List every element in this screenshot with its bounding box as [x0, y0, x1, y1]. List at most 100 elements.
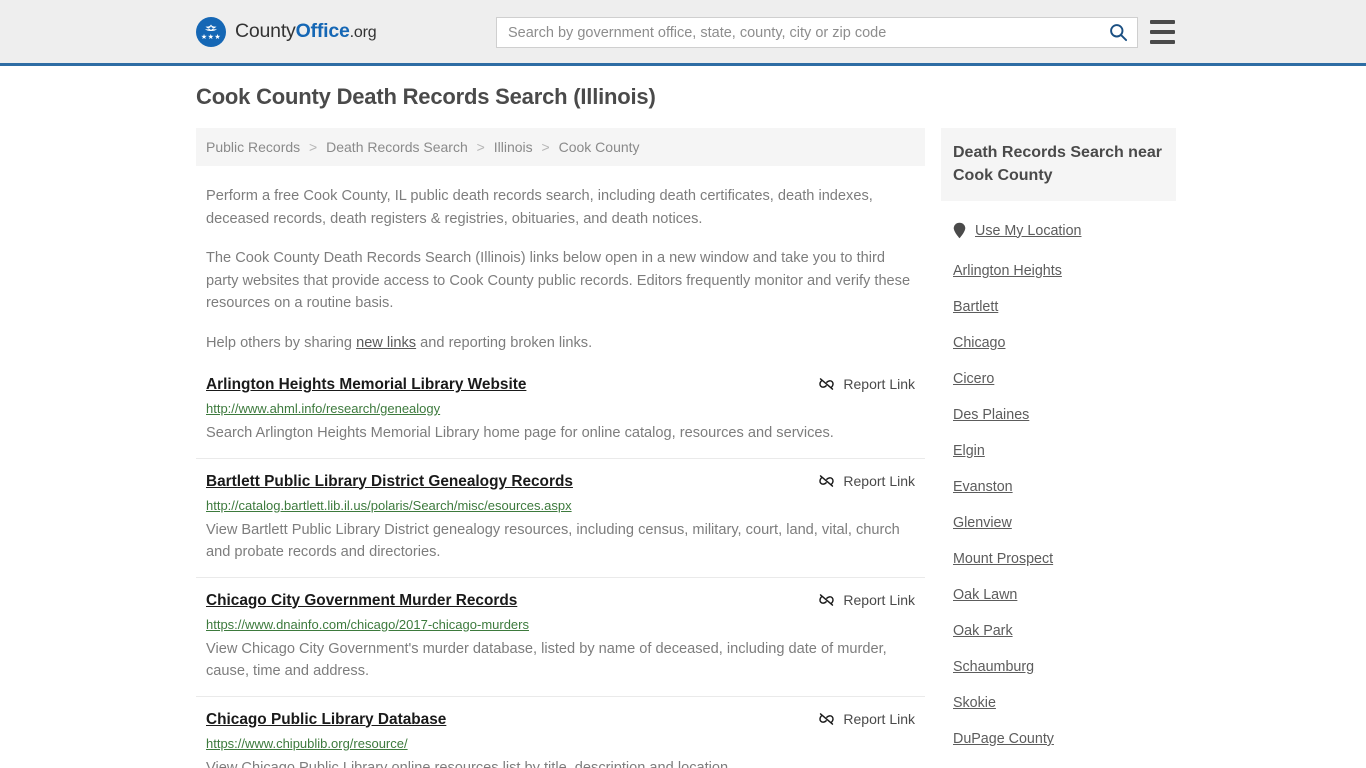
intro-paragraph-1: Perform a free Cook County, IL public de… — [206, 188, 873, 227]
breadcrumb-separator: > — [309, 139, 318, 155]
results-list: Arlington Heights Memorial Library Websi… — [196, 375, 925, 768]
result-title-link[interactable]: Arlington Heights Memorial Library Websi… — [206, 375, 526, 395]
use-my-location-button[interactable]: Use My Location — [953, 222, 1176, 239]
result-description: View Chicago Public Library online resou… — [206, 759, 733, 768]
sidebar-link-schaumburg[interactable]: Schaumburg — [953, 649, 1034, 685]
sidebar-link-oak-park[interactable]: Oak Park — [953, 613, 1013, 649]
list-item: Glenview — [941, 505, 1176, 541]
search-icon — [1109, 24, 1127, 42]
breadcrumb-item-death-records-search[interactable]: Death Records Search — [326, 139, 468, 155]
report-link-button[interactable]: Report Link — [818, 472, 915, 489]
result-item: Chicago City Government Murder Records R… — [196, 591, 925, 697]
sidebar-link-glenview[interactable]: Glenview — [953, 505, 1012, 541]
breadcrumb-separator: > — [541, 139, 550, 155]
breadcrumb-item-public-records[interactable]: Public Records — [206, 139, 300, 155]
sidebar-link-skokie[interactable]: Skokie — [953, 685, 996, 721]
list-item: Elgin — [941, 433, 1176, 469]
list-item: Mount Prospect — [941, 541, 1176, 577]
intro-p3-after: and reporting broken links. — [416, 334, 593, 351]
intro-paragraph-2: The Cook County Death Records Search (Il… — [206, 250, 911, 311]
report-link-label: Report Link — [843, 376, 915, 392]
sidebar-link-arlington-heights[interactable]: Arlington Heights — [953, 253, 1062, 289]
sidebar-links-list: Arlington Heights Bartlett Chicago Cicer… — [941, 253, 1176, 768]
countyoffice-emblem-icon: ★★★ — [196, 16, 226, 47]
result-url[interactable]: http://catalog.bartlett.lib.il.us/polari… — [206, 498, 915, 514]
list-item: Oak Lawn — [941, 577, 1176, 613]
broken-link-icon — [819, 593, 835, 606]
breadcrumb-item-illinois[interactable]: Illinois — [494, 139, 533, 155]
broken-link-icon — [819, 474, 835, 487]
hamburger-bar-3 — [1150, 40, 1175, 44]
list-item: Skokie — [941, 685, 1176, 721]
search-input[interactable] — [497, 18, 1099, 47]
breadcrumb: Public Records > Death Records Search > … — [196, 128, 925, 166]
list-item: Evanston — [941, 469, 1176, 505]
result-url[interactable]: https://www.dnainfo.com/chicago/2017-chi… — [206, 617, 915, 633]
result-title-link[interactable]: Bartlett Public Library District Genealo… — [206, 472, 573, 492]
list-item: Arlington Heights — [941, 253, 1176, 289]
sidebar-link-oak-lawn[interactable]: Oak Lawn — [953, 577, 1017, 613]
result-header: Chicago Public Library Database Report L… — [206, 710, 915, 730]
sidebar: Death Records Search near Cook County Us… — [941, 128, 1176, 768]
result-header: Chicago City Government Murder Records R… — [206, 591, 915, 611]
breadcrumb-separator: > — [476, 139, 485, 155]
result-description: View Bartlett Public Library District ge… — [206, 521, 900, 561]
list-item: Lake County — [941, 757, 1176, 768]
result-title-link[interactable]: Chicago City Government Murder Records — [206, 591, 517, 611]
list-item: Oak Park — [941, 613, 1176, 649]
list-item: Bartlett — [941, 289, 1176, 325]
sidebar-link-evanston[interactable]: Evanston — [953, 469, 1013, 505]
use-my-location-label: Use My Location — [975, 222, 1082, 239]
site-logo-text: CountyOffice.org — [235, 20, 377, 43]
logo-text-office: Office — [295, 20, 350, 42]
result-header: Arlington Heights Memorial Library Websi… — [206, 375, 915, 395]
logo-text-county: County — [235, 20, 296, 42]
site-header: ★★★ CountyOffice.org — [0, 0, 1366, 66]
intro-text: Perform a free Cook County, IL public de… — [196, 185, 925, 354]
content-columns: Public Records > Death Records Search > … — [0, 128, 1366, 768]
report-link-label: Report Link — [843, 710, 915, 727]
stars-icon: ★★★ — [200, 34, 222, 41]
result-description: Search Arlington Heights Memorial Librar… — [206, 425, 834, 441]
result-header: Bartlett Public Library District Genealo… — [206, 472, 915, 492]
result-item: Chicago Public Library Database Report L… — [196, 710, 925, 768]
intro-paragraph-3: Help others by sharing new links and rep… — [206, 332, 915, 355]
logo-text-org: .org — [349, 24, 377, 41]
hamburger-bar-2 — [1150, 30, 1175, 34]
result-item: Bartlett Public Library District Genealo… — [196, 472, 925, 578]
sidebar-link-lake-county[interactable]: Lake County — [953, 757, 1033, 768]
hamburger-menu-button[interactable] — [1150, 20, 1175, 44]
report-link-label: Report Link — [843, 591, 915, 608]
sidebar-heading: Death Records Search near Cook County — [941, 128, 1176, 201]
result-url[interactable]: https://www.chipublib.org/resource/ — [206, 736, 915, 752]
page-body: Cook County Death Records Search (Illino… — [0, 66, 1366, 768]
sidebar-link-elgin[interactable]: Elgin — [953, 433, 985, 469]
sidebar-link-des-plaines[interactable]: Des Plaines — [953, 397, 1029, 433]
main-column: Public Records > Death Records Search > … — [196, 128, 925, 768]
site-logo[interactable]: ★★★ CountyOffice.org — [196, 16, 377, 47]
result-title-link[interactable]: Chicago Public Library Database — [206, 710, 446, 730]
breadcrumb-item-cook-county: Cook County — [558, 139, 640, 155]
intro-p3-before: Help others by sharing — [206, 334, 357, 351]
broken-link-icon — [819, 378, 835, 390]
map-pin-icon — [953, 222, 966, 239]
result-item: Arlington Heights Memorial Library Websi… — [196, 375, 925, 459]
sidebar-link-chicago[interactable]: Chicago — [953, 325, 1005, 361]
list-item: Schaumburg — [941, 649, 1176, 685]
sidebar-link-bartlett[interactable]: Bartlett — [953, 289, 998, 325]
report-link-button[interactable]: Report Link — [818, 375, 915, 392]
result-description: View Chicago City Government's murder da… — [206, 640, 887, 680]
broken-link-icon — [819, 712, 835, 725]
result-url[interactable]: http://www.ahml.info/research/genealogy — [206, 401, 915, 417]
new-links-link[interactable]: new links — [356, 335, 416, 351]
list-item: Cicero — [941, 361, 1176, 397]
list-item: DuPage County — [941, 721, 1176, 757]
hamburger-bar-1 — [1150, 20, 1175, 24]
sidebar-link-mount-prospect[interactable]: Mount Prospect — [953, 541, 1053, 577]
list-item: Chicago — [941, 325, 1176, 361]
search-button[interactable] — [1099, 18, 1137, 47]
report-link-button[interactable]: Report Link — [818, 710, 915, 727]
sidebar-link-dupage-county[interactable]: DuPage County — [953, 721, 1054, 757]
report-link-button[interactable]: Report Link — [818, 591, 915, 608]
sidebar-link-cicero[interactable]: Cicero — [953, 361, 994, 397]
